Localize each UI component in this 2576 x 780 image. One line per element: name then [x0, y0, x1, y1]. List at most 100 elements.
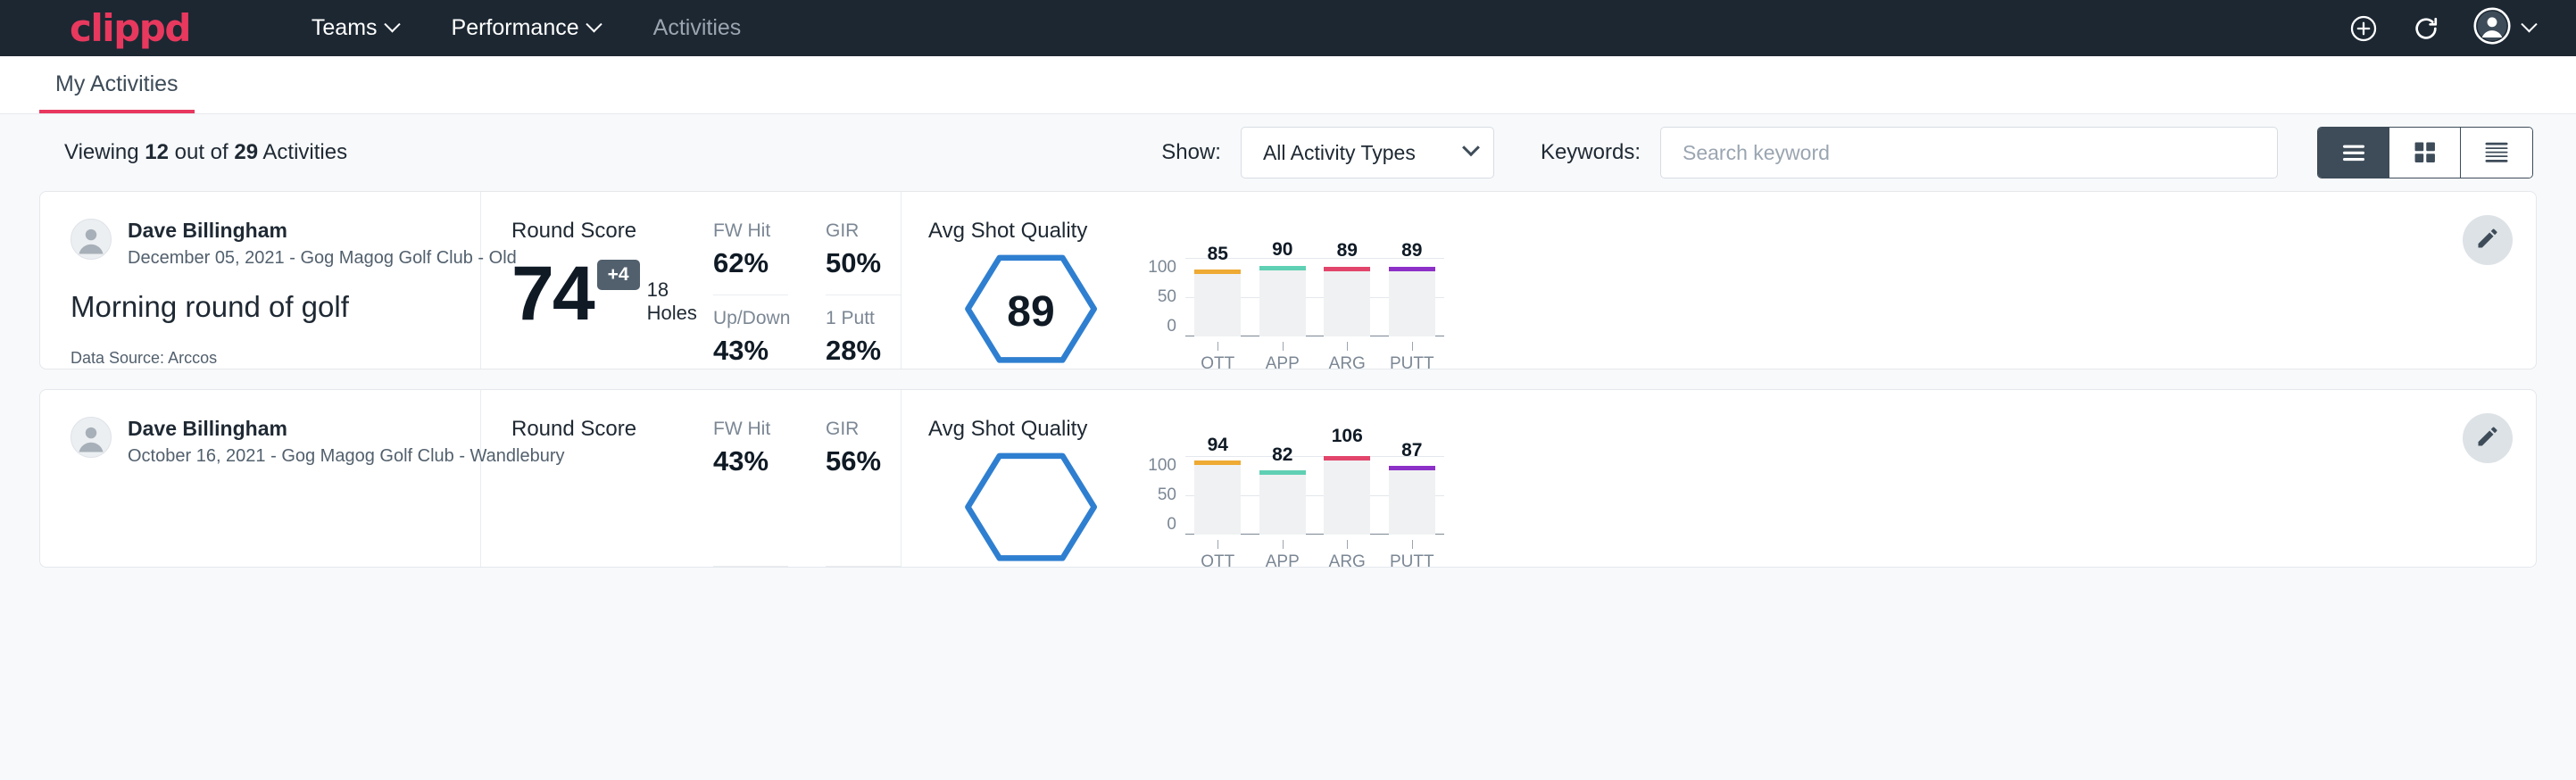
- bar-rect: [1194, 270, 1241, 336]
- x-tick: OTT: [1194, 540, 1241, 572]
- player-row: Dave Billingham December 05, 2021 - Gog …: [71, 219, 450, 269]
- account-menu[interactable]: [2473, 7, 2535, 49]
- stat-label: 1 Putt: [826, 308, 901, 329]
- bar-rect: [1389, 466, 1435, 535]
- nav-item-performance-label: Performance: [452, 15, 579, 41]
- chevron-down-icon: [586, 16, 602, 32]
- activity-type-select-value: All Activity Types: [1263, 141, 1416, 165]
- stat-gir: GIR 50%: [826, 220, 901, 295]
- activity-card[interactable]: Dave Billingham December 05, 2021 - Gog …: [39, 191, 2537, 369]
- bar-value: 106: [1324, 426, 1370, 447]
- tab-bar: My Activities: [0, 56, 2576, 114]
- activity-summary: Dave Billingham December 05, 2021 - Gog …: [40, 192, 481, 369]
- activity-meta: December 05, 2021 - Gog Magog Golf Club …: [128, 248, 517, 269]
- chart-plot-area: 85 90: [1185, 258, 1444, 336]
- view-mode-grid-button[interactable]: [2389, 128, 2461, 178]
- shot-quality-hexagon: [928, 445, 1134, 567]
- stat-label: GIR: [826, 220, 901, 242]
- filter-controls: Show: All Activity Types Keywords:: [1161, 127, 2533, 178]
- bar-rect: [1194, 461, 1241, 535]
- stat-label: FW Hit: [713, 220, 788, 242]
- bar-value: 87: [1389, 440, 1435, 461]
- clippd-logo[interactable]: clippd: [70, 10, 190, 47]
- shot-quality-chart: 100 50 0 94: [1134, 445, 1444, 572]
- shot-quality-value: 89: [1007, 287, 1054, 336]
- stat-fw-hit: FW Hit 62%: [713, 220, 788, 295]
- round-score-row: [511, 445, 713, 452]
- nav-item-teams[interactable]: Teams: [285, 15, 425, 41]
- x-tick: ARG: [1324, 540, 1370, 572]
- player-name: Dave Billingham: [128, 219, 517, 242]
- tab-my-activities-label: My Activities: [55, 71, 179, 96]
- x-tick: PUTT: [1389, 540, 1435, 572]
- shot-quality-panel: Avg Shot Quality 89 100 50: [901, 192, 2536, 369]
- player-row: Dave Billingham October 16, 2021 - Gog M…: [71, 417, 450, 467]
- stat-fw-hit: FW Hit 43%: [713, 419, 788, 567]
- bar-rect: [1324, 267, 1370, 336]
- activity-card[interactable]: Dave Billingham October 16, 2021 - Gog M…: [39, 389, 2537, 568]
- stat-value: 50%: [826, 247, 901, 279]
- show-label: Show:: [1161, 140, 1221, 165]
- nav-item-activities-label: Activities: [653, 15, 742, 41]
- stat-one-putt: 1 Putt 28%: [826, 295, 901, 369]
- chart-x-axis: OTT APP ARG PUTT: [1185, 540, 1444, 572]
- filter-bar: Viewing 12 out of 29 Activities Show: Al…: [0, 114, 2576, 191]
- round-score-panel: Round Score 74 +4 18 Holes FW Hit 62% GI…: [481, 192, 901, 369]
- refresh-icon[interactable]: [2411, 13, 2441, 44]
- nav-item-performance[interactable]: Performance: [425, 15, 627, 41]
- viewing-prefix: Viewing: [64, 140, 145, 164]
- stat-label: GIR: [826, 419, 901, 440]
- stat-value: 62%: [713, 247, 788, 279]
- nav-item-teams-label: Teams: [312, 15, 378, 41]
- chart-plot-area: 94 82: [1185, 456, 1444, 535]
- activity-title: Morning round of golf: [71, 290, 450, 324]
- search-input[interactable]: [1660, 127, 2278, 178]
- avg-shot-quality-row: 89 100 50 0: [928, 247, 2536, 374]
- bar-value: 85: [1194, 244, 1241, 265]
- avatar: [71, 417, 112, 458]
- pencil-icon: [2475, 424, 2500, 453]
- avg-shot-quality-label: Avg Shot Quality: [928, 417, 2536, 442]
- view-mode-detail-button[interactable]: [2461, 128, 2532, 178]
- stat-value: 56%: [826, 445, 901, 477]
- round-stats-grid: FW Hit 62% GIR 50% Up/Down 43% 1 Putt 28…: [713, 219, 901, 369]
- y-tick: 0: [1143, 515, 1176, 535]
- avg-shot-quality-label: Avg Shot Quality: [928, 219, 2536, 244]
- chevron-down-icon: [2521, 16, 2537, 32]
- avg-shot-quality-row: 100 50 0 94: [928, 445, 2536, 572]
- round-score-label: Round Score: [511, 417, 713, 442]
- chevron-down-icon: [384, 16, 400, 32]
- view-mode-list-button[interactable]: [2318, 128, 2389, 178]
- view-mode-toggle-group: [2317, 127, 2533, 178]
- chevron-down-icon: [1462, 138, 1480, 156]
- nav-item-activities[interactable]: Activities: [627, 15, 769, 41]
- round-score-panel: Round Score FW Hit 43% GIR 56%: [481, 390, 901, 567]
- x-tick: OTT: [1194, 342, 1241, 374]
- edit-activity-button[interactable]: [2463, 215, 2513, 265]
- viewing-count: 12: [145, 140, 169, 164]
- shot-quality-hexagon: 89: [928, 247, 1134, 369]
- stat-gir: GIR 56%: [826, 419, 901, 567]
- activity-type-select[interactable]: All Activity Types: [1241, 127, 1494, 178]
- chart-bars: 85 90: [1185, 258, 1444, 336]
- add-circle-icon[interactable]: [2348, 13, 2379, 44]
- bar-ott: 85: [1194, 258, 1241, 336]
- bar-cap: [1324, 267, 1370, 271]
- tab-my-activities[interactable]: My Activities: [39, 71, 195, 113]
- viewing-middle: out of: [169, 140, 234, 164]
- bar-ott: 94: [1194, 456, 1241, 535]
- bar-arg: 89: [1324, 258, 1370, 336]
- y-tick: 0: [1143, 317, 1176, 336]
- stat-label: Up/Down: [713, 308, 788, 329]
- bar-arg: 106: [1324, 456, 1370, 535]
- stat-value: 43%: [713, 335, 788, 367]
- stat-label: FW Hit: [713, 419, 788, 440]
- y-tick: 100: [1143, 258, 1176, 278]
- y-tick: 50: [1143, 485, 1176, 505]
- viewing-suffix: Activities: [258, 140, 347, 164]
- score-to-par-badge: +4: [597, 260, 640, 290]
- edit-activity-button[interactable]: [2463, 413, 2513, 463]
- x-tick: APP: [1259, 540, 1306, 572]
- bar-cap: [1194, 270, 1241, 274]
- chart-x-axis: OTT APP ARG PUTT: [1185, 342, 1444, 374]
